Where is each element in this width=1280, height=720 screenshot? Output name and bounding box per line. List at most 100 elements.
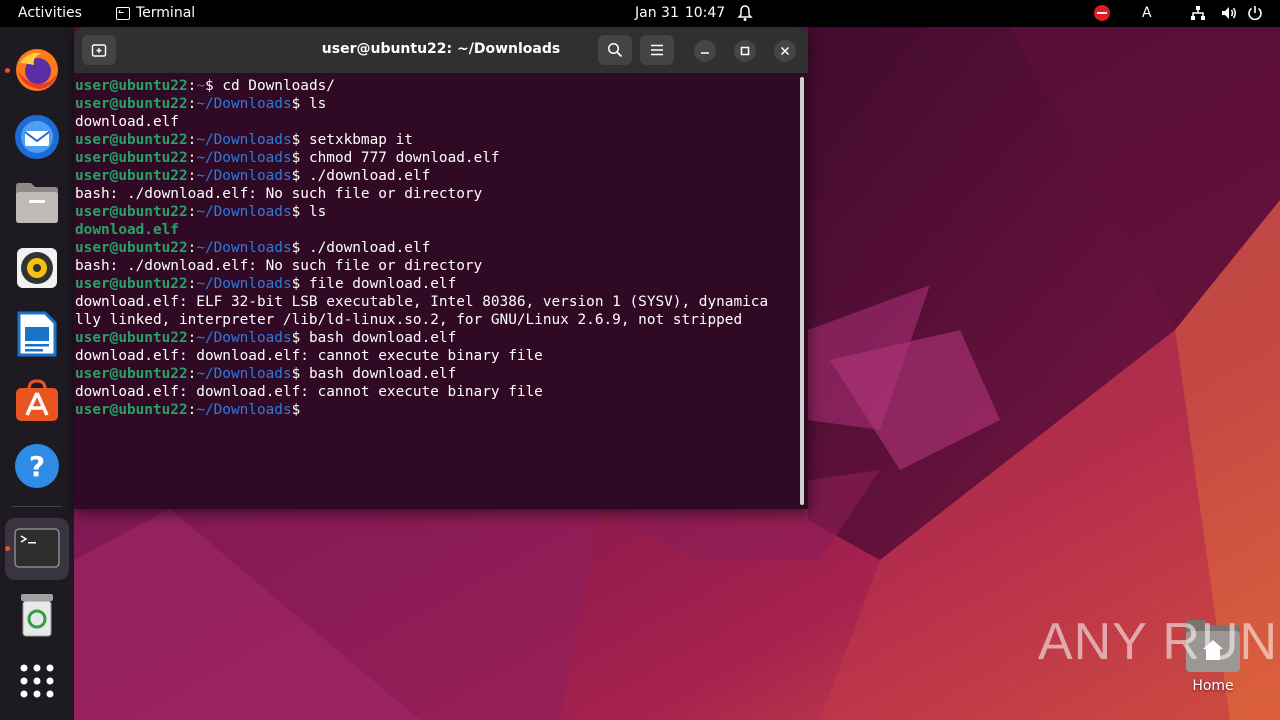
terminal-line: bash: ./download.elf: No such file or di… — [74, 185, 796, 203]
dock-rhythmbox[interactable] — [11, 242, 63, 294]
clock-date: Jan 31 — [635, 5, 679, 21]
prompt-colon: : — [187, 168, 197, 184]
dock-thunderbird[interactable] — [11, 110, 63, 162]
prompt-colon: : — [187, 240, 197, 256]
prompt-path: ~/Downloads — [196, 132, 292, 148]
firefox-running-indicator — [5, 68, 10, 73]
command-text: lly linked, interpreter /lib/ld-linux.so… — [75, 312, 743, 328]
terminal-window[interactable]: user@ubuntu22: ~/Downloads user@ubuntu22… — [74, 27, 808, 509]
dock-firefox[interactable] — [11, 44, 63, 96]
power-icon[interactable] — [1246, 4, 1264, 26]
maximize-icon — [740, 46, 750, 56]
terminal-line: bash: ./download.elf: No such file or di… — [74, 257, 796, 275]
network-icon[interactable] — [1190, 5, 1206, 25]
terminal-line: user@ubuntu22:~/Downloads$ ls — [74, 95, 796, 113]
prompt-colon: : — [187, 78, 197, 94]
terminal-output[interactable]: user@ubuntu22:~$ cd Downloads/user@ubunt… — [74, 77, 796, 507]
command-text: download.elf: download.elf: cannot execu… — [75, 384, 543, 400]
terminal-app-icon — [14, 528, 60, 568]
terminal-line: user@ubuntu22:~$ cd Downloads/ — [74, 77, 796, 95]
trash-icon — [21, 594, 53, 637]
command-text: download.elf: download.elf: cannot execu… — [75, 348, 543, 364]
prompt-symbol: $ — [291, 150, 309, 166]
dock-terminal[interactable] — [11, 522, 63, 574]
app-menu[interactable]: Terminal — [116, 5, 195, 21]
prompt-colon: : — [187, 276, 197, 292]
command-text: ls — [308, 96, 327, 112]
rhythmbox-icon — [17, 248, 57, 288]
watermark: ANY RUN — [1038, 613, 1279, 671]
prompt-symbol: $ — [291, 204, 309, 220]
prompt-path: ~/Downloads — [196, 276, 292, 292]
command-text: bash: ./download.elf: No such file or di… — [75, 258, 483, 274]
terminal-line: user@ubuntu22:~/Downloads$ ./download.el… — [74, 239, 796, 257]
terminal-line: download.elf: ELF 32-bit LSB executable,… — [74, 293, 796, 311]
app-grid-icon — [20, 664, 54, 698]
terminal-line: user@ubuntu22:~/Downloads$ chmod 777 dow… — [74, 149, 796, 167]
prompt-user: user@ubuntu22 — [75, 168, 188, 184]
prompt-user: user@ubuntu22 — [75, 204, 188, 220]
terminal-line: download.elf: download.elf: cannot execu… — [74, 383, 796, 401]
dock-help[interactable]: ? — [11, 440, 63, 492]
terminal-header-bar[interactable]: user@ubuntu22: ~/Downloads — [74, 27, 808, 73]
language-indicator[interactable]: A — [1142, 5, 1152, 21]
prompt-colon: : — [187, 204, 197, 220]
prompt-user: user@ubuntu22 — [75, 276, 188, 292]
desktop-home-label: Home — [1192, 678, 1234, 694]
search-button[interactable] — [598, 35, 632, 65]
terminal-running-indicator — [5, 546, 10, 551]
menu-button[interactable] — [640, 35, 674, 65]
prompt-path: ~/Downloads — [196, 366, 292, 382]
clock-time: 10:47 — [684, 5, 726, 21]
prompt-user: user@ubuntu22 — [75, 366, 188, 382]
prompt-symbol: $ — [291, 168, 309, 184]
terminal-line: user@ubuntu22:~/Downloads$ bash download… — [74, 365, 796, 383]
prompt-path: ~/Downloads — [196, 330, 292, 346]
minimize-button[interactable] — [694, 40, 716, 62]
hamburger-menu-icon — [651, 44, 663, 56]
folder-icon — [16, 183, 58, 223]
command-text: file download.elf — [308, 276, 457, 292]
command-text: download.elf: ELF 32-bit LSB executable,… — [75, 294, 769, 310]
dock-files[interactable] — [11, 176, 63, 228]
terminal-line: download.elf: download.elf: cannot execu… — [74, 347, 796, 365]
command-text: bash download.elf — [308, 366, 457, 382]
prompt-user: user@ubuntu22 — [75, 78, 188, 94]
dock-libreoffice-writer[interactable] — [11, 308, 63, 360]
prompt-colon: : — [187, 366, 197, 382]
output-executable: download.elf — [75, 222, 179, 238]
prompt-symbol: $ — [291, 330, 309, 346]
prompt-colon: : — [187, 132, 197, 148]
prompt-symbol: $ — [291, 240, 309, 256]
dock-trash[interactable] — [11, 589, 63, 641]
terminal-line: download.elf — [74, 113, 796, 131]
maximize-button[interactable] — [734, 40, 756, 62]
prompt-path: ~/Downloads — [196, 204, 292, 220]
prompt-user: user@ubuntu22 — [75, 150, 188, 166]
dock: ? — [0, 27, 74, 720]
terminal-line: lly linked, interpreter /lib/ld-linux.so… — [74, 311, 796, 329]
top-bar: Activities Terminal Jan 31 10:47 A — [0, 0, 1280, 27]
command-text: bash: ./download.elf: No such file or di… — [75, 186, 483, 202]
bell-icon[interactable] — [737, 4, 753, 26]
terminal-line: download.elf — [74, 221, 796, 239]
help-icon: ? — [15, 444, 59, 488]
terminal-scrollbar[interactable] — [800, 77, 804, 505]
document-icon — [17, 311, 57, 357]
stop-icon[interactable] — [1094, 5, 1110, 21]
activities-button[interactable]: Activities — [18, 5, 82, 21]
dock-ubuntu-software[interactable] — [11, 374, 63, 426]
minimize-icon — [701, 52, 709, 54]
command-text: download.elf — [75, 114, 179, 130]
command-text: chmod 777 download.elf — [308, 150, 500, 166]
command-text: ./download.elf — [308, 240, 431, 256]
dock-show-applications[interactable] — [11, 655, 63, 707]
volume-icon[interactable] — [1220, 4, 1238, 26]
prompt-colon: : — [187, 96, 197, 112]
clock[interactable]: Jan 31 10:47 — [635, 5, 725, 21]
close-button[interactable] — [774, 40, 796, 62]
svg-text:?: ? — [29, 450, 45, 483]
thunderbird-icon — [15, 115, 59, 159]
prompt-path: ~/Downloads — [196, 402, 292, 418]
prompt-path: ~/Downloads — [196, 240, 292, 256]
